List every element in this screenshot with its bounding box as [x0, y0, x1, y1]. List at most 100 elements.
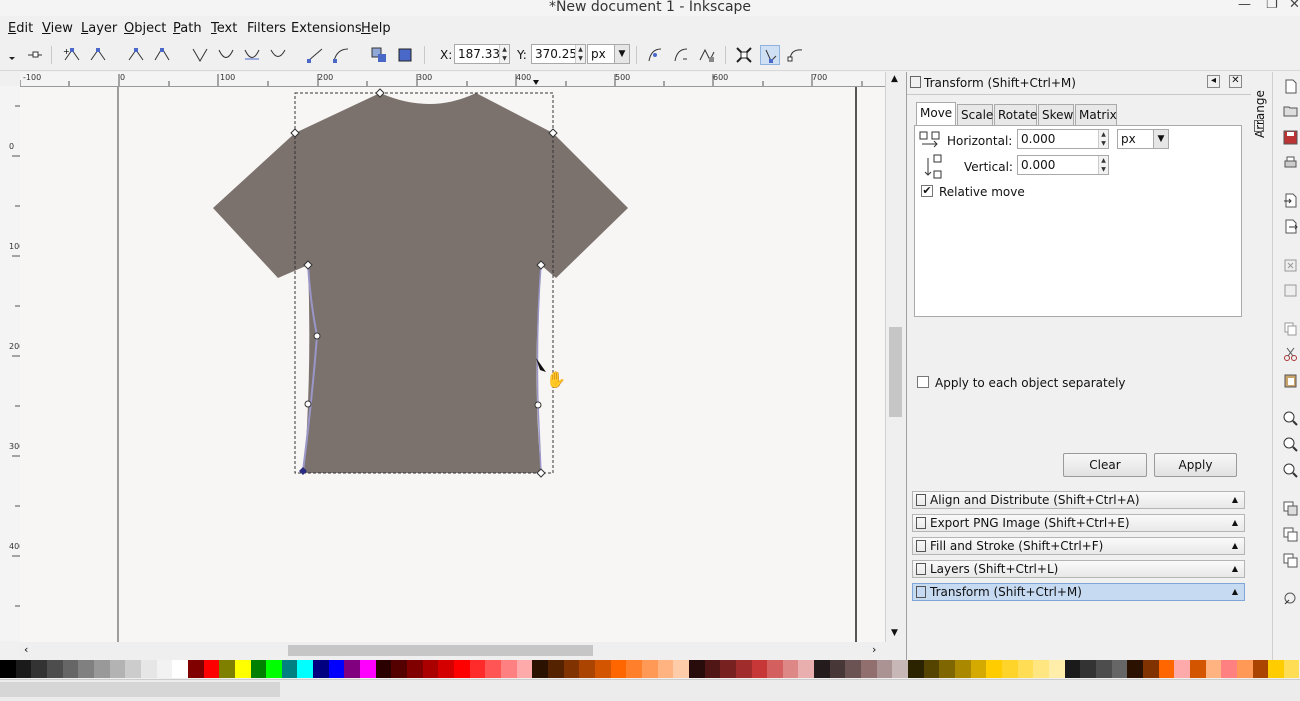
tab-matrix[interactable]: Matrix [1075, 104, 1117, 126]
path-effect-icon[interactable] [697, 45, 717, 65]
node-cusp-icon[interactable] [190, 45, 210, 65]
palette-swatch[interactable] [0, 660, 16, 678]
export-icon[interactable] [1283, 219, 1298, 234]
palette-swatch[interactable] [782, 660, 799, 678]
vscroll-thumb[interactable] [889, 327, 902, 417]
palette-swatch[interactable] [313, 660, 329, 678]
dock-item-export[interactable]: Export PNG Image (Shift+Ctrl+E) ▲ [912, 514, 1245, 532]
palette-swatch[interactable] [735, 660, 752, 678]
join-nodes-icon[interactable] [126, 45, 146, 65]
x-coordinate-input[interactable]: 187.331 ▲ ▼ [454, 44, 510, 64]
palette-swatch[interactable] [15, 660, 32, 678]
palette-swatch[interactable] [532, 660, 548, 678]
vertical-scrollbar[interactable]: ▲ ▼ [885, 72, 906, 642]
palette-swatch[interactable] [798, 660, 815, 678]
print-icon[interactable] [1283, 155, 1298, 170]
palette-swatch[interactable] [594, 660, 611, 678]
palette-swatch[interactable] [156, 660, 173, 678]
palette-swatch[interactable] [516, 660, 533, 678]
menu-help[interactable]: Help [361, 21, 391, 36]
palette-swatch[interactable] [673, 660, 689, 678]
redo-icon[interactable] [1283, 283, 1298, 298]
show-outline-icon[interactable] [786, 45, 806, 65]
tab-move[interactable]: Move [916, 102, 956, 126]
palette-swatch[interactable] [1048, 660, 1065, 678]
save-icon[interactable] [1283, 130, 1298, 145]
palette-swatch[interactable] [1064, 660, 1081, 678]
palette-swatch[interactable] [234, 660, 251, 678]
palette-swatch[interactable] [626, 660, 642, 678]
close-window-button[interactable]: ✕ [1289, 0, 1300, 12]
import-icon[interactable] [1283, 193, 1298, 208]
node-delete-icon[interactable] [25, 45, 45, 65]
scroll-down-icon[interactable]: ▼ [891, 628, 898, 638]
menu-text[interactable]: Text [211, 21, 237, 36]
palette-swatch[interactable] [986, 660, 1002, 678]
palette-swatch[interactable] [78, 660, 94, 678]
palette-swatch[interactable] [360, 660, 376, 678]
palette-swatch[interactable] [250, 660, 267, 678]
palette-swatch[interactable] [1033, 660, 1049, 678]
show-handles-icon[interactable] [760, 45, 780, 65]
chevron-down-icon[interactable]: ▼ [614, 45, 629, 63]
vertical-spinner-icon[interactable]: ▲ ▼ [1098, 156, 1108, 174]
palette-swatch[interactable] [704, 660, 721, 678]
dock-iconify-icon[interactable]: ◂ [1207, 75, 1220, 88]
horizontal-spinner-icon[interactable]: ▲ ▼ [1098, 130, 1108, 148]
palette-swatch[interactable] [1268, 660, 1284, 678]
edit-mask-icon[interactable] [671, 45, 691, 65]
palette-swatch[interactable] [375, 660, 392, 678]
relative-move-checkbox[interactable]: ✔ [921, 185, 933, 197]
zoom-selection-icon[interactable] [1283, 411, 1298, 426]
palette-swatch[interactable] [187, 660, 204, 678]
scroll-up-icon[interactable]: ▲ [891, 74, 898, 84]
palette-swatch[interactable] [657, 660, 674, 678]
palette-swatch[interactable] [1095, 660, 1112, 678]
palette-swatch[interactable] [923, 660, 940, 678]
palette-swatch[interactable] [829, 660, 846, 678]
menu-view[interactable]: View [42, 21, 73, 36]
palette-swatch[interactable] [172, 660, 188, 678]
minimize-button[interactable]: — [1238, 0, 1251, 12]
palette-swatch[interactable] [281, 660, 298, 678]
cut-icon[interactable] [1283, 347, 1298, 362]
palette-swatch[interactable] [438, 660, 455, 678]
palette-swatch[interactable] [1127, 660, 1143, 678]
palette-swatch[interactable] [861, 660, 877, 678]
add-node-icon[interactable]: + [62, 45, 82, 65]
y-spinner-icon[interactable]: ▲ ▼ [575, 45, 585, 63]
segment-line-icon[interactable] [305, 45, 325, 65]
select-original-icon[interactable] [1283, 591, 1298, 606]
stroke-to-path-icon[interactable] [395, 45, 415, 65]
unit-select[interactable]: px ▼ [587, 44, 630, 64]
palette-swatch[interactable] [1080, 660, 1096, 678]
apply-button[interactable]: Apply [1154, 453, 1237, 477]
palette-swatch[interactable] [892, 660, 909, 678]
palette-swatch[interactable] [297, 660, 314, 678]
palette-swatch[interactable] [955, 660, 971, 678]
palette-swatch[interactable] [908, 660, 924, 678]
palette-swatch[interactable] [1111, 660, 1128, 678]
segment-curve-icon[interactable] [331, 45, 351, 65]
horizontal-input[interactable]: 0.000 ▲ ▼ [1017, 129, 1109, 149]
menu-edit[interactable]: Edit [8, 21, 33, 36]
palette-swatch[interactable] [1221, 660, 1237, 678]
unlink-clone-icon[interactable] [1283, 553, 1298, 568]
palette-swatch[interactable] [203, 660, 220, 678]
palette-swatch[interactable] [407, 660, 423, 678]
close-icon[interactable]: ✕ [1229, 75, 1242, 88]
drawing-canvas[interactable]: ✋ [20, 87, 885, 642]
dock-item-align[interactable]: Align and Distribute (Shift+Ctrl+A) ▲ [912, 491, 1245, 509]
scroll-right-icon[interactable]: › [872, 643, 876, 656]
object-to-path-icon[interactable] [369, 45, 389, 65]
new-document-icon[interactable] [1283, 79, 1298, 94]
vertical-input[interactable]: 0.000 ▲ ▼ [1017, 155, 1109, 175]
open-icon[interactable] [1283, 103, 1298, 118]
duplicate-icon[interactable] [1283, 501, 1298, 516]
palette-swatch[interactable] [688, 660, 705, 678]
arrange-side-tab[interactable]: Arrange [1251, 72, 1271, 660]
palette-swatch[interactable] [970, 660, 987, 678]
dock-item-layers[interactable]: Layers (Shift+Ctrl+L) ▲ [912, 560, 1245, 578]
palette-swatch[interactable] [344, 660, 361, 678]
clone-icon[interactable] [1283, 527, 1298, 542]
